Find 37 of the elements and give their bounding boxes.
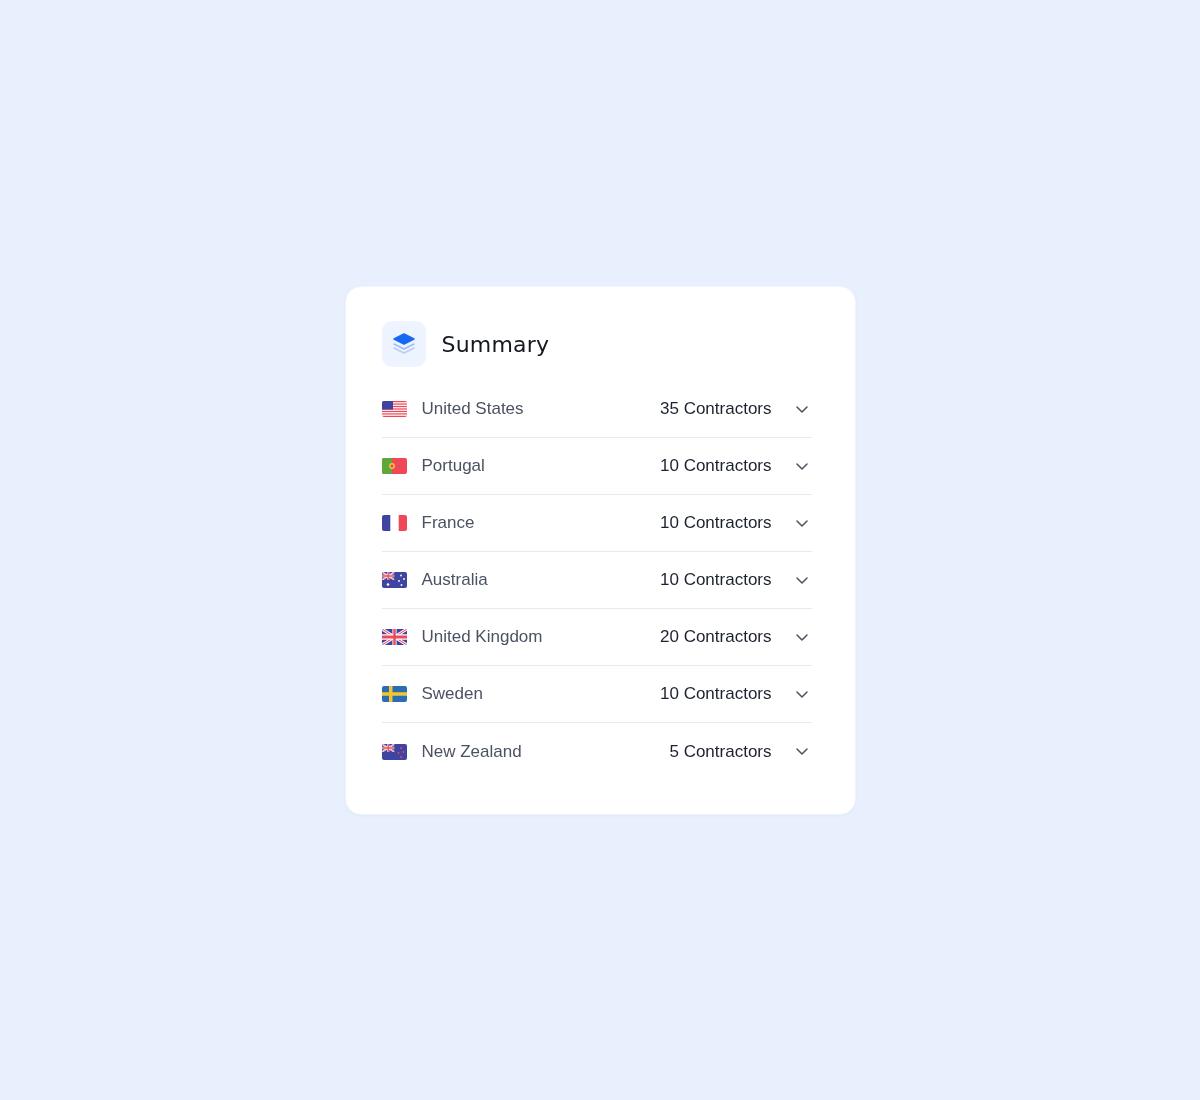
flag-icon	[381, 629, 407, 645]
country-row[interactable]: Australia 10 Contractors	[381, 552, 812, 609]
flag-icon	[381, 401, 407, 417]
country-name: Portugal	[421, 455, 485, 478]
country-name: France	[421, 512, 475, 535]
country-row[interactable]: France 10 Contractors	[381, 495, 812, 552]
chevron-icon[interactable]	[795, 576, 808, 584]
chevron-icon[interactable]	[795, 519, 808, 527]
contractor-count: 10 Contractors	[660, 512, 772, 535]
contractor-count: 10 Contractors	[660, 455, 772, 478]
chevron-icon[interactable]	[795, 633, 808, 641]
chevron-icon[interactable]	[795, 462, 808, 470]
chevron-icon[interactable]	[795, 405, 808, 413]
contractor-count: 20 Contractors	[660, 626, 772, 649]
contractor-count: 10 Contractors	[660, 569, 772, 592]
flag-icon	[381, 686, 407, 702]
country-row[interactable]: Sweden 10 Contractors	[381, 666, 812, 723]
flag-icon	[381, 572, 407, 588]
country-name: United Kingdom	[421, 626, 543, 649]
country-row[interactable]: Portugal 10 Contractors	[381, 438, 812, 495]
country-name: Sweden	[421, 683, 483, 706]
country-name: New Zealand	[421, 740, 522, 763]
card-title: Summary	[441, 330, 550, 359]
layers-icon	[381, 321, 426, 367]
flag-icon	[381, 515, 407, 531]
chevron-icon[interactable]	[795, 748, 808, 755]
contractor-count: 5 Contractors	[669, 740, 772, 763]
country-row[interactable]: New Zealand 5 Contractors	[381, 723, 812, 780]
country-row[interactable]: United Kingdom 20 Contractors	[381, 609, 812, 666]
contractor-count: 10 Contractors	[660, 683, 772, 706]
country-name: Australia	[421, 569, 488, 592]
flag-icon	[381, 743, 407, 760]
country-name: United States	[421, 398, 524, 421]
chevron-icon[interactable]	[795, 690, 808, 698]
contractor-count: 35 Contractors	[660, 398, 772, 421]
flag-icon	[381, 458, 407, 474]
country-row[interactable]: United States 35 Contractors	[381, 381, 812, 438]
